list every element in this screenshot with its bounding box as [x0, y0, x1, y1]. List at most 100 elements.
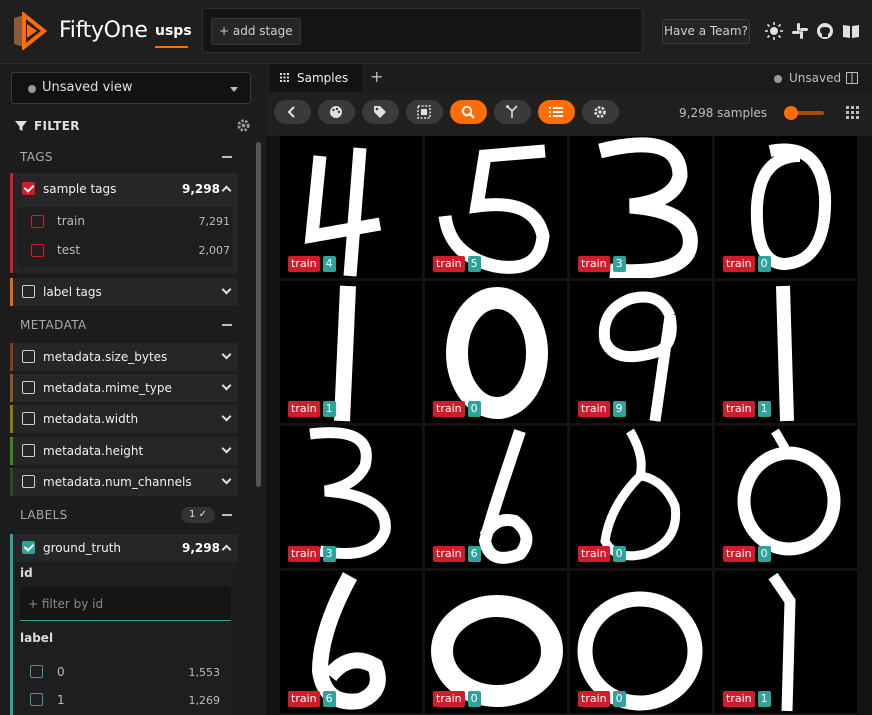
test-tag-checkbox[interactable]: [31, 244, 44, 257]
metadata-width-row[interactable]: metadata.width: [10, 405, 238, 433]
chevron-down-icon[interactable]: [221, 284, 232, 295]
dataset-selector[interactable]: usps: [155, 23, 192, 39]
github-icon[interactable]: [815, 21, 835, 41]
sample-tile[interactable]: train 0: [715, 136, 857, 278]
ground-truth-checkbox[interactable]: [22, 541, 35, 554]
add-panel-button[interactable]: +: [370, 67, 383, 86]
train-tag: train: [433, 546, 465, 562]
color-bar: [10, 343, 13, 371]
sample-tile[interactable]: train 3: [280, 426, 422, 568]
chevron-up-icon[interactable]: [221, 544, 232, 555]
metadata-mime-type-row[interactable]: metadata.mime_type: [10, 374, 238, 402]
collapse-icon[interactable]: [222, 514, 232, 516]
train-tag: train: [433, 401, 465, 417]
label-tag: 5: [467, 256, 481, 272]
metadata-num-channels-checkbox[interactable]: [22, 475, 35, 488]
labels-count-badge[interactable]: 1 ✓: [181, 507, 215, 523]
similarity-search-button[interactable]: [450, 100, 487, 124]
chevron-down-icon[interactable]: [221, 443, 232, 454]
label-tag: 1: [322, 401, 336, 417]
caret-down-icon: [230, 87, 238, 92]
slack-icon[interactable]: [790, 21, 810, 41]
sample-tile[interactable]: train 0: [715, 426, 857, 568]
label-1-checkbox[interactable]: [30, 693, 43, 706]
zoom-slider-knob[interactable]: [784, 106, 798, 120]
sample-tile[interactable]: train 0: [570, 571, 712, 713]
sample-tile[interactable]: train 0: [425, 281, 567, 423]
chevron-down-icon[interactable]: [221, 380, 232, 391]
fiftyone-logo[interactable]: [10, 12, 48, 50]
color-bar: [10, 405, 13, 433]
metadata-size-bytes-label: metadata.size_bytes: [43, 350, 168, 364]
sample-tile[interactable]: train 1: [280, 281, 422, 423]
tag-button[interactable]: [362, 100, 399, 124]
metadata-size-bytes-checkbox[interactable]: [22, 350, 35, 363]
settings-gear-icon[interactable]: [236, 118, 251, 133]
test-tag-label: test: [57, 243, 81, 257]
chevron-down-icon[interactable]: [221, 474, 232, 485]
sample-tags: train 5: [433, 256, 481, 272]
ground-truth-row[interactable]: ground_truth 9,298: [13, 534, 238, 562]
labels-heading: LABELS: [20, 508, 68, 522]
metadata-width-checkbox[interactable]: [22, 412, 35, 425]
train-tag: train: [288, 256, 320, 272]
sample-tile[interactable]: train 5: [425, 136, 567, 278]
grid-settings-button[interactable]: [582, 100, 619, 124]
grid-toolbar: 9,298 samples: [266, 92, 872, 136]
label-tags-checkbox[interactable]: [22, 285, 35, 298]
sample-grid: train 4 train 5 train 3 train 0 train 1 train…: [280, 136, 858, 715]
docs-icon[interactable]: [841, 21, 861, 41]
metadata-size-bytes-row[interactable]: metadata.size_bytes: [10, 343, 238, 371]
sample-tags: train 1: [723, 691, 771, 707]
back-button[interactable]: [274, 100, 311, 124]
view-selector[interactable]: Unsaved view: [11, 72, 251, 104]
chevron-down-icon[interactable]: [221, 349, 232, 360]
theme-icon[interactable]: [764, 21, 784, 41]
label-tags-row[interactable]: label tags: [10, 278, 238, 306]
sample-tile[interactable]: train 0: [425, 571, 567, 713]
metadata-mime-type-checkbox[interactable]: [22, 381, 35, 394]
sample-tile[interactable]: train 4: [280, 136, 422, 278]
tab-samples[interactable]: Samples: [270, 64, 362, 92]
sample-tile[interactable]: train 9: [570, 281, 712, 423]
sample-tile[interactable]: train 6: [425, 426, 567, 568]
tab-bar: Samples + Unsaved: [266, 64, 872, 92]
add-stage-button[interactable]: + add stage: [211, 18, 301, 45]
label-tag: 6: [322, 691, 336, 707]
sample-tile[interactable]: train 0: [570, 426, 712, 568]
tags-section-header[interactable]: TAGS: [10, 142, 238, 172]
id-filter-input[interactable]: + filter by id: [20, 587, 231, 621]
sample-tile[interactable]: train 1: [715, 281, 857, 423]
list-view-button[interactable]: [538, 100, 575, 124]
merge-icon: [506, 105, 518, 118]
metadata-section-header[interactable]: METADATA: [10, 310, 238, 340]
chevron-down-icon[interactable]: [221, 411, 232, 422]
view-stage-bar[interactable]: + add stage: [202, 8, 643, 53]
color-scheme-button[interactable]: [318, 100, 355, 124]
sample-tags-checkbox[interactable]: [22, 182, 35, 195]
label-0-checkbox[interactable]: [30, 665, 43, 678]
sort-by-similarity-button[interactable]: [494, 100, 531, 124]
split-panel-icon[interactable]: [846, 72, 858, 84]
metadata-height-checkbox[interactable]: [22, 444, 35, 457]
chevron-up-icon[interactable]: [221, 185, 232, 196]
sample-tile[interactable]: train 3: [570, 136, 712, 278]
have-a-team-button[interactable]: Have a Team?: [662, 19, 750, 44]
metadata-num-channels-row[interactable]: metadata.num_channels: [10, 468, 238, 496]
label-tag: 0: [612, 546, 626, 562]
patches-button[interactable]: [406, 100, 443, 124]
sample-tags: train 3: [578, 256, 626, 272]
train-tag: train: [578, 256, 610, 272]
sidebar-scrollbar[interactable]: [256, 142, 261, 487]
collapse-icon[interactable]: [222, 324, 232, 326]
collapse-icon[interactable]: [222, 156, 232, 158]
sample-tile[interactable]: train 6: [280, 571, 422, 713]
train-tag-checkbox[interactable]: [31, 215, 44, 228]
sample-tile[interactable]: train 1: [715, 571, 857, 713]
label-tag: 0: [757, 256, 771, 272]
sample-tags-count: 9,298: [182, 182, 220, 196]
metadata-height-row[interactable]: metadata.height: [10, 437, 238, 465]
grid-layout-icon[interactable]: [846, 106, 859, 119]
label-1-count: 1,269: [188, 694, 221, 707]
metadata-mime-type-label: metadata.mime_type: [43, 381, 172, 395]
